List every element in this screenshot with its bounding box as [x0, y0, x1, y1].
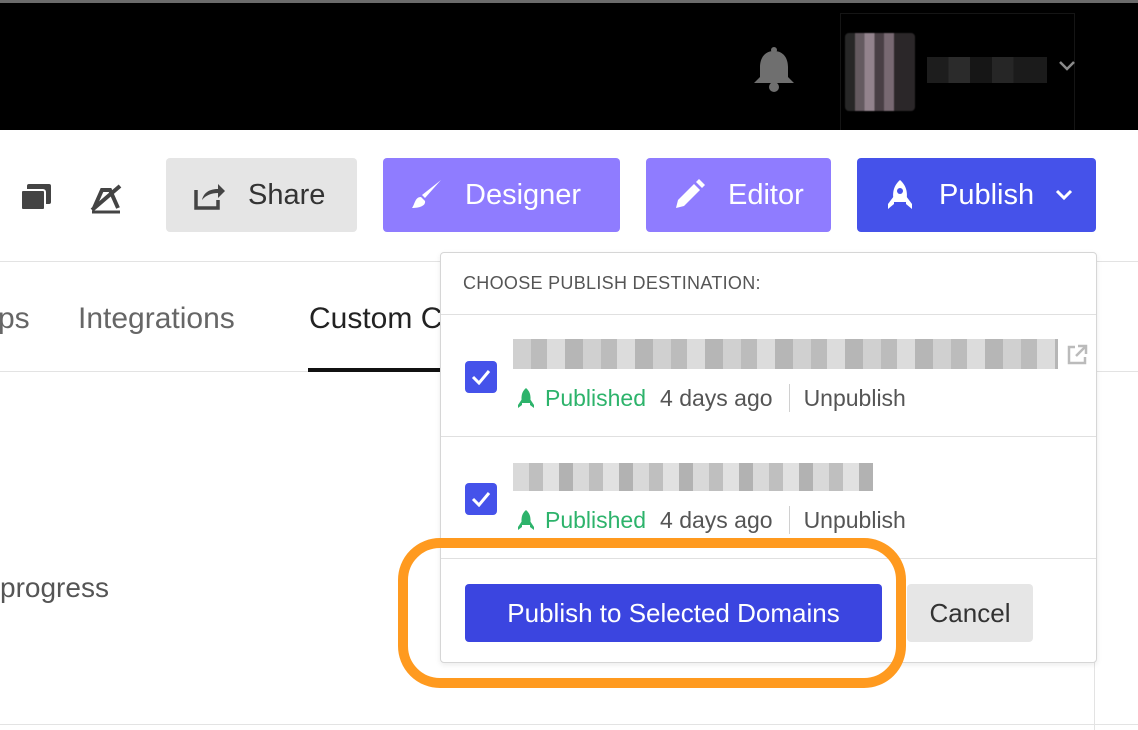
- avatar: [845, 33, 915, 111]
- check-icon: [471, 370, 491, 385]
- published-time: 4 days ago: [660, 506, 773, 533]
- editor-label: Editor: [728, 178, 804, 211]
- rocket-icon: [888, 180, 912, 209]
- check-icon: [471, 492, 491, 507]
- unpublish-link[interactable]: Unpublish: [804, 507, 906, 534]
- bell-icon[interactable]: [750, 47, 798, 93]
- destination-item: Published 4 days ago Unpublish: [441, 315, 1096, 437]
- designer-button[interactable]: Designer: [383, 158, 620, 232]
- share-button[interactable]: Share: [166, 158, 357, 232]
- domain-name-redacted[interactable]: [513, 339, 1058, 369]
- destination-item: Published 4 days ago Unpublish: [441, 437, 1096, 559]
- publish-to-selected-domains-button[interactable]: Publish to Selected Domains: [465, 584, 882, 642]
- chevron-down-icon[interactable]: [1058, 59, 1076, 73]
- designer-label: Designer: [465, 178, 582, 211]
- no-edit-icon[interactable]: [88, 180, 124, 216]
- share-icon: [194, 184, 225, 210]
- tab-partial[interactable]: ps: [0, 302, 30, 336]
- published-status: Published: [545, 384, 647, 411]
- publish-label: Publish: [939, 178, 1035, 211]
- app-root: Share Designer Editor Publish ps Integra…: [0, 0, 1138, 730]
- chevron-down-icon: [1056, 189, 1073, 201]
- active-tab-indicator: [308, 368, 448, 372]
- publish-status-row: Published 4 days ago Unpublish: [515, 505, 906, 535]
- cancel-button[interactable]: Cancel: [907, 584, 1033, 642]
- published-status: Published: [545, 506, 647, 533]
- domain-name-redacted[interactable]: [513, 463, 873, 491]
- tab-custom-code[interactable]: Custom C: [309, 302, 442, 336]
- rocket-icon: [518, 510, 534, 530]
- publish-dropdown: CHOOSE PUBLISH DESTINATION: Published 4 …: [440, 252, 1097, 663]
- rocket-icon: [518, 388, 534, 408]
- external-link-icon[interactable]: [1065, 343, 1089, 367]
- divider-vertical: [1094, 660, 1095, 730]
- dropdown-footer: Publish to Selected Domains Cancel: [441, 559, 1096, 662]
- published-time: 4 days ago: [660, 384, 773, 411]
- user-menu[interactable]: [815, 13, 1075, 133]
- separator: [788, 384, 790, 412]
- share-label: Share: [248, 178, 326, 211]
- user-name-redacted: [927, 57, 1047, 83]
- publish-status-row: Published 4 days ago Unpublish: [515, 383, 906, 413]
- tab-integrations[interactable]: Integrations: [78, 302, 235, 336]
- progress-text: progress: [0, 572, 109, 603]
- editor-toolbar: Share Designer Editor Publish: [0, 130, 1138, 262]
- dropdown-header: CHOOSE PUBLISH DESTINATION:: [441, 253, 1096, 315]
- brush-icon: [412, 180, 441, 208]
- top-bar: [0, 0, 1138, 133]
- editor-button[interactable]: Editor: [646, 158, 831, 232]
- destination-checkbox[interactable]: [465, 483, 497, 515]
- pages-icon[interactable]: [18, 180, 54, 216]
- destination-checkbox[interactable]: [465, 361, 497, 393]
- unpublish-link[interactable]: Unpublish: [804, 385, 906, 412]
- publish-button[interactable]: Publish: [857, 158, 1096, 232]
- separator: [788, 506, 790, 534]
- divider: [0, 724, 1138, 725]
- pencil-icon: [676, 179, 705, 208]
